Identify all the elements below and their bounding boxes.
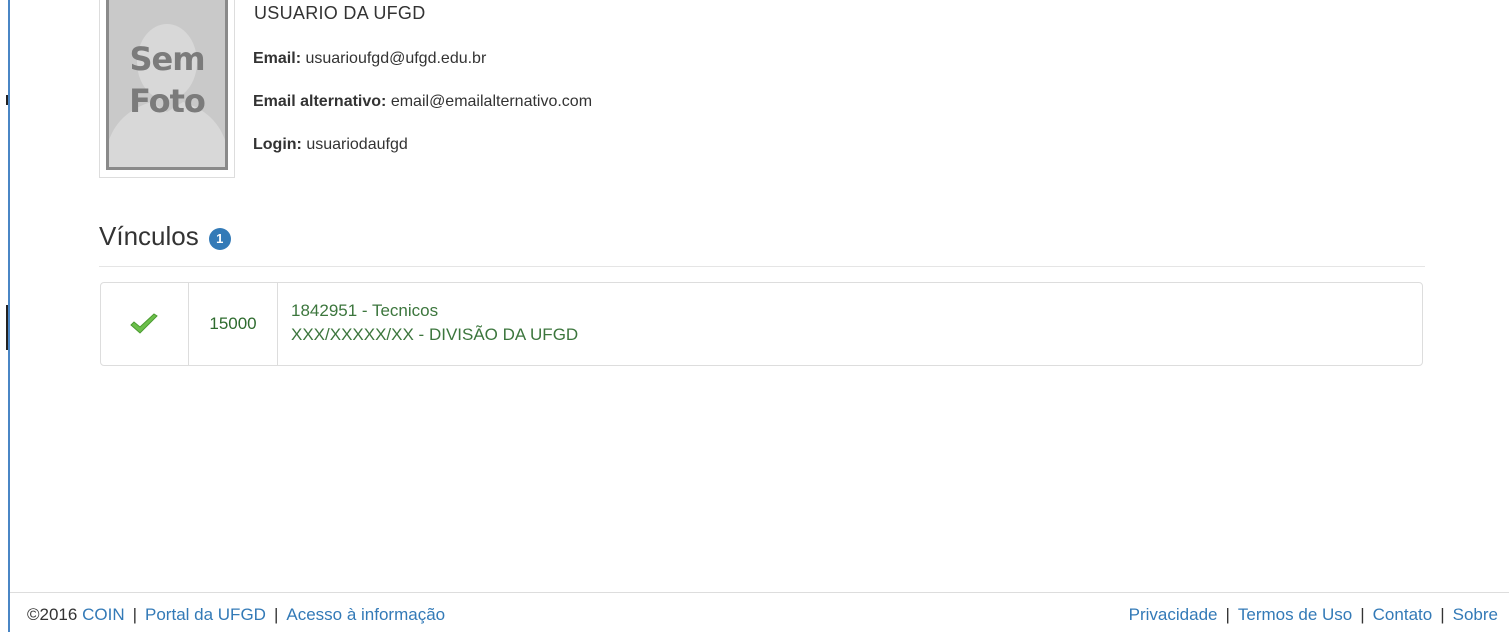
portal-ufgd-link[interactable]: Portal da UFGD (145, 605, 266, 624)
section-divider (99, 266, 1425, 267)
login-label: Login: (253, 136, 302, 153)
vinculos-heading: Vínculos 1 (99, 221, 231, 252)
vinculo-line-2: XXX/XXXXX/XX - DIVISÃO DA UFGD (291, 325, 579, 344)
vinculos-title: Vínculos (99, 221, 199, 251)
footer-left: ©2016 COIN | Portal da UFGD | Acesso à infor… (27, 605, 445, 625)
vinculo-code: 15000 (189, 283, 278, 365)
alt-email-label: Email alternativo: (253, 93, 387, 110)
login-value: usuariodaufgd (306, 136, 408, 153)
email-label: Email: (253, 50, 302, 67)
check-icon (130, 313, 158, 334)
footer-separator: | (132, 605, 138, 624)
left-edge-mark (6, 305, 8, 350)
photo-placeholder-text: Foto (129, 82, 206, 120)
window-left-border (8, 0, 10, 632)
alt-email-line: Email alternativo: email@emailalternativ… (253, 93, 592, 111)
sobre-link[interactable]: Sobre (1453, 605, 1498, 624)
privacidade-link[interactable]: Privacidade (1129, 605, 1218, 624)
footer-separator: | (1440, 605, 1445, 624)
email-value: usuarioufgd@ufgd.edu.br (305, 50, 487, 67)
vinculo-item[interactable]: 15000 1842951 - Tecnicos XXX/XXXXX/XX - … (100, 282, 1423, 366)
user-name: USUARIO DA UFGD (254, 3, 426, 23)
contato-link[interactable]: Contato (1373, 605, 1433, 624)
footer-right: Privacidade | Termos de Uso | Contato | Sobre (1129, 605, 1498, 625)
profile-photo: Sem Foto (99, 0, 235, 178)
vinculos-count-badge: 1 (208, 227, 231, 250)
acesso-informacao-link[interactable]: Acesso à informação (286, 605, 445, 624)
copyright-text: ©2016 (27, 605, 78, 624)
footer-divider (10, 592, 1509, 593)
alt-email-value: email@emailalternativo.com (390, 93, 593, 110)
left-edge-mark (6, 95, 8, 105)
no-photo-placeholder: Sem Foto (106, 0, 228, 170)
coin-link[interactable]: COIN (82, 605, 125, 624)
vinculo-description: 1842951 - Tecnicos XXX/XXXXX/XX - DIVISÃ… (291, 299, 578, 347)
login-line: Login: usuariodaufgd (253, 136, 408, 154)
vinculo-line-1: 1842951 - Tecnicos (291, 301, 439, 320)
photo-placeholder-text: Sem (129, 40, 205, 78)
vinculo-status-cell (101, 283, 189, 365)
termos-de-uso-link[interactable]: Termos de Uso (1238, 605, 1352, 624)
footer-separator: | (1360, 605, 1365, 624)
email-line: Email: usuarioufgd@ufgd.edu.br (253, 50, 486, 68)
footer-separator: | (1225, 605, 1230, 624)
footer-separator: | (273, 605, 279, 624)
